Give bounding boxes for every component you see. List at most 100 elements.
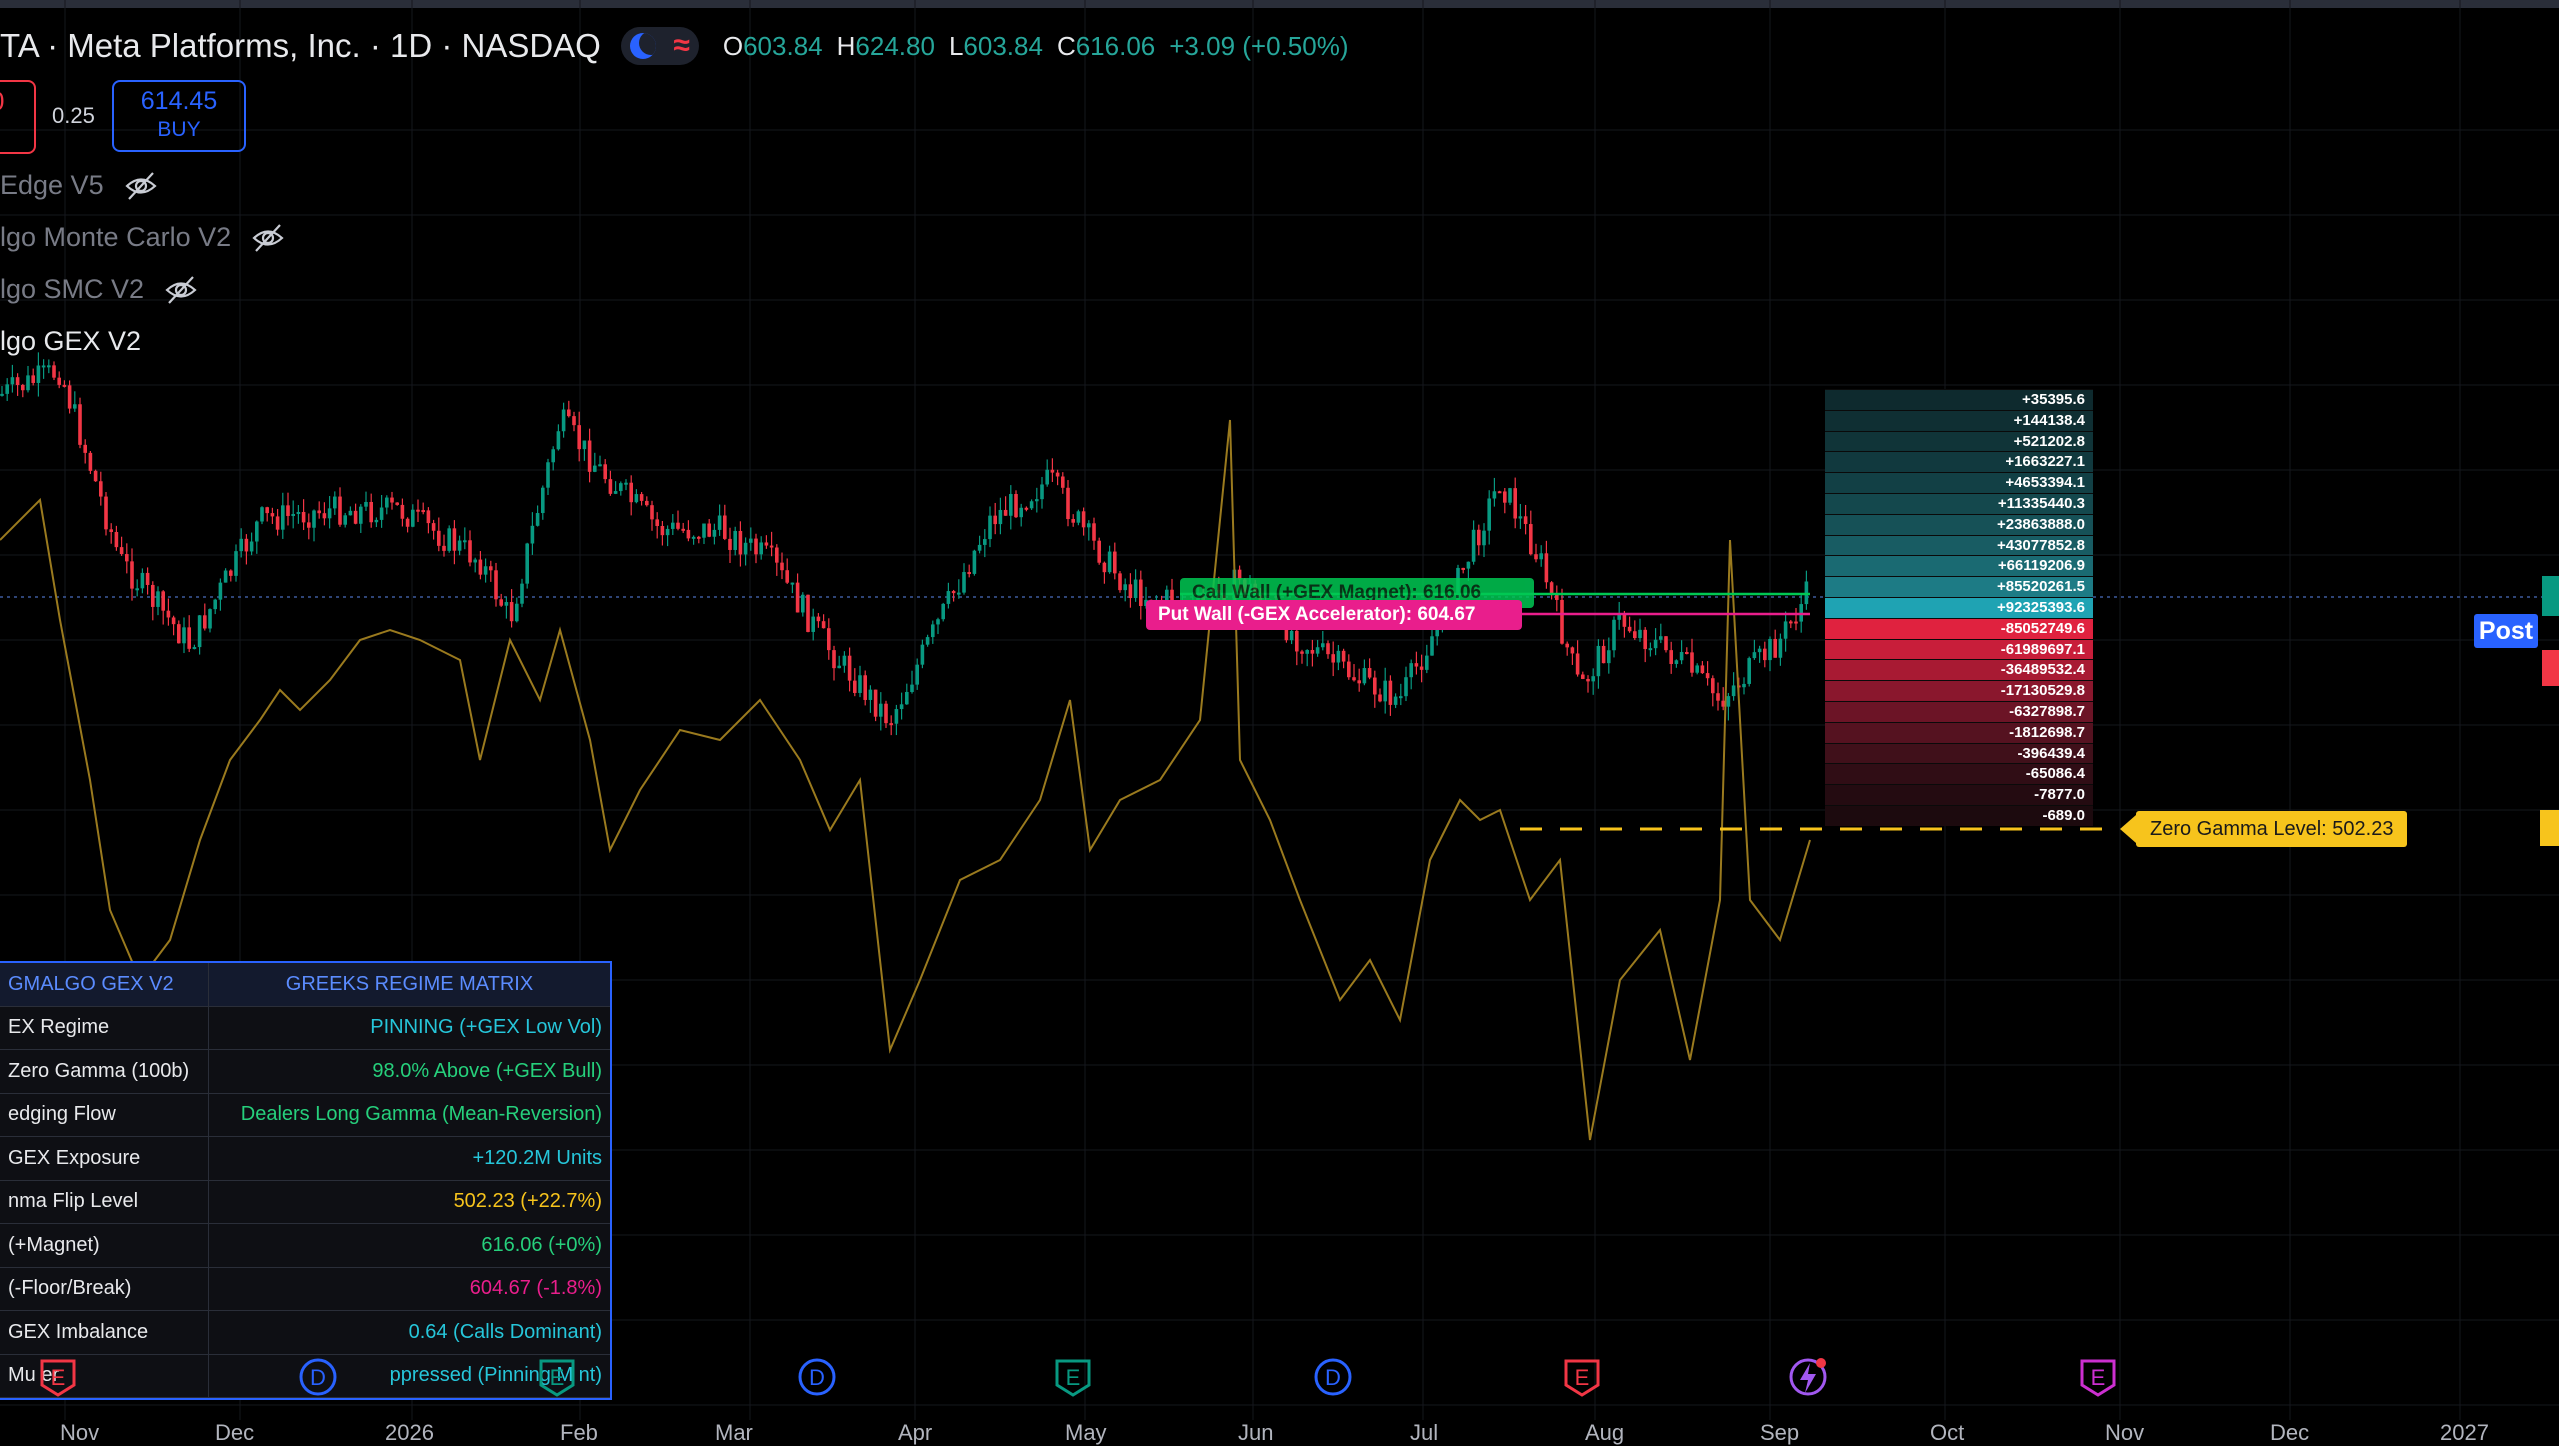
- candle-body: [156, 591, 160, 607]
- dividend-icon[interactable]: D: [298, 1355, 338, 1399]
- earnings-icon[interactable]: E: [1562, 1355, 1602, 1399]
- dividend-icon[interactable]: D: [797, 1355, 837, 1399]
- matrix-row: Zero Gamma (100b) 98.0% Above (+GEX Bull): [0, 1049, 610, 1094]
- candle-body: [322, 513, 327, 519]
- candle-body: [572, 416, 576, 426]
- eye-hidden-icon[interactable]: [164, 275, 198, 305]
- candle-body: [801, 594, 805, 613]
- earnings-icon[interactable]: E: [2078, 1355, 2118, 1399]
- eye-hidden-icon[interactable]: [251, 223, 285, 253]
- candle-body: [998, 509, 1003, 525]
- indicator-smc-v2[interactable]: lgo SMC V2: [0, 274, 198, 305]
- candle-body: [535, 513, 540, 526]
- candle-body: [1087, 523, 1091, 528]
- candle-body: [686, 529, 691, 539]
- indicator-edge-v5[interactable]: Edge V5: [0, 170, 158, 201]
- time-axis-label: Apr: [898, 1420, 933, 1445]
- candle-body: [296, 511, 301, 515]
- earnings-icon[interactable]: E: [537, 1355, 577, 1399]
- candle-body: [218, 582, 223, 600]
- candle-body: [1773, 638, 1777, 658]
- candle-body: [931, 624, 935, 638]
- candle-body: [1482, 530, 1486, 546]
- candle-body: [99, 481, 103, 497]
- candle-body: [359, 506, 363, 524]
- candle-body: [1139, 579, 1143, 606]
- matrix-row-value: 502.23 (+22.7%): [208, 1180, 610, 1224]
- candle-body: [1700, 665, 1705, 674]
- candle-body: [1591, 676, 1595, 682]
- candle-body: [182, 627, 186, 644]
- candle-body: [702, 523, 706, 538]
- candle-body: [1009, 494, 1013, 516]
- candle-body: [1570, 647, 1575, 654]
- candle-body: [1383, 680, 1387, 702]
- indicator-monte-carlo-v2[interactable]: lgo Monte Carlo V2: [0, 222, 285, 253]
- candle-body: [1014, 494, 1018, 518]
- candle-body: [873, 689, 878, 717]
- high-label: H: [836, 30, 856, 61]
- gex-level-bar: -85052749.6: [1825, 617, 2093, 639]
- candle-body: [431, 523, 436, 531]
- time-axis-label: May: [1065, 1420, 1107, 1445]
- zero-gamma-axis-marker: [2540, 810, 2559, 846]
- candle-body: [520, 583, 524, 604]
- matrix-row: edging Flow Dealers Long Gamma (Mean-Reve…: [0, 1093, 610, 1137]
- earnings-icon[interactable]: E: [1053, 1355, 1093, 1399]
- candle-body: [1373, 677, 1377, 695]
- candle-body: [723, 515, 727, 539]
- candle-body: [832, 650, 836, 669]
- post-market-tag[interactable]: Post: [2474, 614, 2538, 648]
- candle-body: [811, 616, 815, 632]
- sell-button[interactable]: 0: [0, 80, 36, 154]
- buy-button[interactable]: 614.45 BUY: [112, 80, 246, 152]
- matrix-header-row: GMALGO GEX V2 GREEKS REGIME MATRIX: [0, 963, 610, 1007]
- market-status-pill[interactable]: ≈: [620, 27, 699, 65]
- news-bolt-icon[interactable]: [1788, 1355, 1828, 1399]
- candle-body: [93, 470, 98, 482]
- close-value: 616.06: [1075, 30, 1156, 61]
- dividend-icon[interactable]: D: [1313, 1355, 1353, 1399]
- earnings-icon[interactable]: E: [38, 1355, 78, 1399]
- candle-body: [1513, 488, 1517, 519]
- candle-body: [1107, 551, 1112, 573]
- candle-body: [1549, 582, 1554, 594]
- candle-body: [1763, 648, 1767, 661]
- candle-body: [52, 365, 56, 378]
- candle-body: [1622, 614, 1627, 627]
- time-axis-label: Jul: [1410, 1420, 1439, 1445]
- candle-body: [140, 572, 145, 589]
- put-wall-label: Put Wall (-GEX Accelerator): 604.67: [1146, 600, 1522, 630]
- candle-body: [1633, 631, 1637, 639]
- eye-hidden-icon[interactable]: [124, 171, 158, 201]
- candle-body: [411, 509, 415, 527]
- matrix-row-label: edging Flow: [0, 1093, 209, 1137]
- candle-body: [62, 384, 67, 387]
- candle-body: [988, 515, 992, 540]
- time-axis-label: 2027: [2440, 1420, 2489, 1445]
- candle-body: [853, 680, 857, 693]
- candle-body: [1711, 678, 1715, 694]
- svg-text:D: D: [310, 1365, 326, 1390]
- time-axis[interactable]: Nov Dec 2026 Feb Mar Apr May Jun Jul Aug Sep Oct Nov…: [0, 1420, 2559, 1445]
- svg-text:D: D: [809, 1365, 825, 1390]
- candle-body: [645, 500, 649, 506]
- candle-body: [1596, 645, 1601, 677]
- candle-body: [1024, 507, 1029, 510]
- candle-body: [993, 515, 997, 525]
- candle-body: [478, 559, 483, 575]
- indicator-gex-v2[interactable]: lgo GEX V2: [0, 326, 141, 357]
- candle-body: [1471, 529, 1476, 562]
- time-axis-label: Dec: [215, 1420, 255, 1445]
- matrix-row-value: 616.06 (+0%): [208, 1223, 610, 1268]
- candle-body: [343, 515, 347, 525]
- candle-body: [655, 519, 659, 527]
- candle-body: [1050, 469, 1055, 473]
- candle-body: [1367, 668, 1372, 678]
- symbol-title[interactable]: TA · Meta Platforms, Inc. · 1D · NASDAQ: [0, 27, 601, 65]
- candle-body: [754, 538, 758, 555]
- candle-body: [1544, 553, 1549, 583]
- candle-body: [489, 566, 493, 571]
- candle-body: [1055, 472, 1060, 477]
- candle-body: [260, 507, 264, 522]
